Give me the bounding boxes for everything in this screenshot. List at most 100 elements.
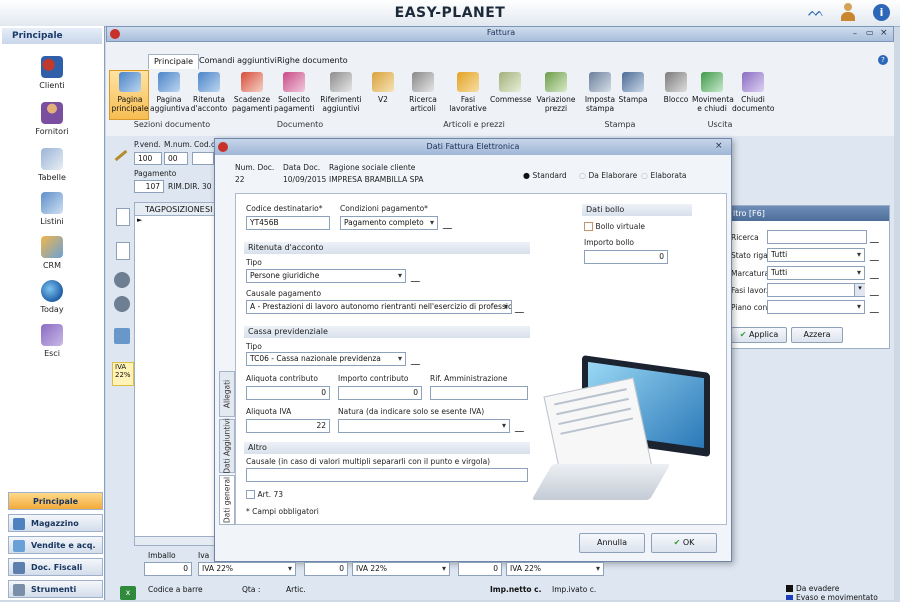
blocco-button[interactable]: Blocco — [662, 72, 690, 104]
ok-button[interactable]: ✔ OK — [651, 533, 717, 553]
user-icon[interactable] — [840, 3, 856, 21]
eraser-icon[interactable] — [869, 251, 886, 261]
commesse-button[interactable]: Commesse — [490, 72, 531, 104]
radio-standard[interactable]: ● Standard — [523, 171, 583, 181]
radio-elaborata[interactable]: ○ Elaborata — [641, 171, 711, 181]
stampa-button[interactable]: Stampa — [618, 72, 648, 104]
annulla-button[interactable]: Annulla — [579, 533, 645, 553]
ritenuta-acconto-button[interactable]: Ritenuta d'acconto — [190, 72, 228, 113]
eraser-icon[interactable] — [410, 272, 427, 282]
pagamento-text: RIM.DIR. 30 — [168, 182, 212, 191]
eraser-icon[interactable] — [514, 303, 531, 313]
restore-icon[interactable]: ▭ — [866, 28, 874, 37]
nav-item-esci[interactable]: Esci — [14, 324, 90, 376]
nav-item-clienti[interactable]: Clienti — [14, 56, 90, 108]
tab-dati-generali[interactable]: Dati general — [219, 475, 235, 525]
info-icon[interactable]: i — [873, 4, 890, 21]
nav-group-principale[interactable]: Principale — [8, 492, 103, 510]
filter-stato-select[interactable]: Tutti — [767, 248, 865, 262]
art73-checkbox[interactable]: Art. 73 — [246, 490, 326, 500]
move-up-icon[interactable] — [114, 272, 130, 288]
v2-button[interactable]: V2 — [368, 72, 398, 104]
button-label: Blocco — [663, 95, 689, 104]
aliquota-iva-input[interactable]: 22 — [246, 419, 330, 433]
price-change-icon — [545, 72, 567, 92]
eraser-icon[interactable] — [869, 269, 886, 279]
riferimenti-aggiuntivi-button[interactable]: Riferimenti aggiuntivi — [318, 72, 364, 113]
filter-piano-select[interactable] — [767, 300, 865, 314]
tab-allegati[interactable]: Allegati — [219, 371, 235, 417]
filter-fasi-select[interactable] — [767, 283, 865, 297]
nav-group-doc-fiscali[interactable]: Doc. Fiscali — [8, 558, 103, 576]
pagina-aggiuntiva-button[interactable]: Pagina aggiuntiva — [150, 72, 190, 113]
imballo-input[interactable]: 0 — [144, 562, 192, 576]
value-input-2[interactable]: 0 — [304, 562, 348, 576]
close-icon[interactable]: × — [715, 141, 723, 151]
tab-righe-documento[interactable]: Righe documento — [272, 54, 353, 68]
button-label: Pagina aggiuntiva — [150, 95, 190, 113]
value-input-3[interactable]: 0 — [458, 562, 502, 576]
codice-dest-input[interactable]: YT456B — [246, 216, 330, 230]
filter-marcatura-select[interactable]: Tutti — [767, 266, 865, 280]
azzera-button[interactable]: Azzera — [791, 327, 843, 343]
bollo-virtuale-checkbox[interactable]: Bollo virtuale — [584, 222, 684, 232]
minimize-icon[interactable]: – — [853, 29, 857, 38]
close-icon[interactable]: × — [880, 28, 888, 38]
ricerca-articoli-button[interactable]: Ricerca articoli — [404, 72, 442, 113]
move-down-icon[interactable] — [114, 296, 130, 312]
natura-select[interactable] — [338, 419, 510, 433]
aliquota-contr-input[interactable]: 0 — [246, 386, 330, 400]
filter-ricerca-input[interactable] — [767, 230, 867, 244]
causale-select[interactable]: A - Prestazioni di lavoro autonomo rient… — [246, 300, 512, 314]
eraser-icon[interactable] — [410, 355, 427, 365]
mnum-field[interactable]: 00 — [164, 152, 188, 165]
iva-select-1[interactable]: IVA 22% — [198, 562, 296, 576]
chiudi-documento-button[interactable]: Chiudi documento — [732, 72, 774, 113]
rif-amm-input[interactable] — [430, 386, 528, 400]
eraser-icon[interactable] — [442, 219, 459, 229]
eraser-icon[interactable] — [514, 422, 531, 432]
iva-select-3[interactable]: IVA 22% — [506, 562, 604, 576]
doc-delete-icon[interactable] — [116, 242, 130, 260]
tab-comandi-aggiuntivi[interactable]: Comandi aggiuntivi — [194, 54, 282, 68]
imposta-stampa-button[interactable]: Imposta stampa — [582, 72, 618, 113]
pagina-principale-button[interactable]: Pagina principale — [110, 72, 150, 113]
chevron-down-icon[interactable]: ▾ — [854, 284, 865, 296]
bird-icon[interactable]: ᨓ — [808, 4, 826, 20]
movimenta-chiudi-button[interactable]: Movimenta e chiudi — [692, 72, 734, 113]
copy-icon[interactable] — [114, 328, 130, 344]
iva-badge-value: 22% — [115, 371, 131, 379]
help-icon[interactable]: ? — [878, 55, 888, 65]
excel-icon[interactable]: x — [120, 586, 136, 600]
variazione-prezzi-button[interactable]: Variazione prezzi — [536, 72, 576, 113]
iva-select-2[interactable]: IVA 22% — [352, 562, 450, 576]
applica-button[interactable]: ✔ Applica — [731, 327, 787, 343]
scadenze-pagamenti-button[interactable]: Scadenze pagamenti — [232, 72, 272, 113]
importo-contr-input[interactable]: 0 — [338, 386, 422, 400]
grid-scrollbar[interactable] — [134, 536, 216, 546]
radio-da-elaborare[interactable]: ○ Da Elaborare — [579, 171, 649, 181]
tipo-cassa-select[interactable]: TC06 - Cassa nazionale previdenza — [246, 352, 406, 366]
sollecito-pagamenti-button[interactable]: Sollecito pagamenti — [274, 72, 314, 113]
nav-item-fornitori[interactable]: Fornitori — [14, 102, 90, 154]
pagamento-code-field[interactable]: 107 — [134, 180, 164, 193]
wand-icon[interactable] — [114, 149, 128, 162]
iva-badge: IVA 22% — [112, 362, 134, 386]
nav-group-magazzino[interactable]: Magazzino — [8, 514, 103, 532]
tab-principale[interactable]: Principale — [148, 54, 200, 69]
grid-col-posizione: POSIZIONE — [161, 205, 205, 214]
causale-altro-input[interactable] — [246, 468, 528, 482]
tipo-ritenuta-select[interactable]: Persone giuridiche — [246, 269, 406, 283]
condizioni-select[interactable]: Pagamento completo — [340, 216, 438, 230]
nav-group-vendite[interactable]: Vendite e acq. — [8, 536, 103, 554]
nav-group-strumenti[interactable]: Strumenti — [8, 580, 103, 598]
eraser-icon[interactable] — [869, 233, 886, 243]
importo-bollo-input[interactable]: 0 — [584, 250, 668, 264]
doc-icon[interactable] — [116, 208, 130, 226]
cod-field[interactable] — [192, 152, 214, 165]
eraser-icon[interactable] — [869, 303, 886, 313]
tab-dati-aggiuntivi[interactable]: Dati Aggiuntivi — [219, 418, 235, 474]
fasi-lavorative-button[interactable]: Fasi lavorative — [448, 72, 488, 113]
pvend-field[interactable]: 100 — [134, 152, 162, 165]
eraser-icon[interactable] — [869, 286, 886, 296]
